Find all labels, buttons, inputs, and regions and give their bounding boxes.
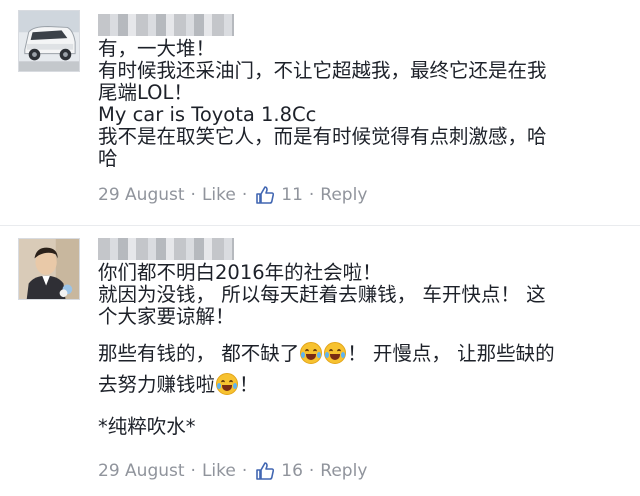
comment-line: 哈 — [98, 147, 118, 170]
comment-line: 我不是在取笑它人，而是有时候觉得有点刺激感，哈 — [98, 125, 547, 148]
comment-text: 去努力赚钱啦 — [98, 373, 216, 396]
comment-line: *纯粹吹水* — [98, 415, 196, 438]
comment-text: 那些有钱的， 都不缺了 — [98, 342, 300, 365]
comment-line: My car is Toyota 1.8Cc — [98, 103, 317, 126]
thumbs-up-icon[interactable] — [255, 461, 275, 481]
comment-line: 个大家要谅解！ — [98, 305, 235, 328]
comment-line: 那些有钱的， 都不缺了 ！ 开慢点， 让那些缺的 — [98, 342, 618, 365]
comment-meta: 29 August · Like · 11 · Reply — [98, 183, 367, 207]
comment-2: 你们都不明白2016年的社会啦！ 就因为没钱， 所以每天赶着去赚钱， 车开快点！… — [0, 226, 640, 496]
comment-text: ！ 开慢点， 让那些缺的 — [347, 342, 555, 365]
comment-body: 有，一大堆！ 有时候我还采油门，不让它超越我，最终它还是在我 尾端LOL！ My… — [98, 38, 618, 170]
commenter-name-blurred[interactable] — [98, 14, 234, 36]
separator: · — [190, 461, 196, 481]
thumbs-up-icon[interactable] — [255, 185, 275, 205]
tears-of-joy-emoji-icon — [324, 342, 347, 364]
comment-1: 有，一大堆！ 有时候我还采油门，不让它超越我，最终它还是在我 尾端LOL！ My… — [0, 0, 640, 226]
separator: · — [241, 185, 248, 205]
avatar[interactable] — [18, 10, 80, 72]
comment-line: 尾端LOL！ — [98, 81, 193, 104]
comment-line: 你们都不明白2016年的社会啦！ — [98, 261, 382, 284]
comment-date[interactable]: 29 August — [98, 185, 185, 205]
like-link[interactable]: Like — [202, 185, 236, 205]
comment-line: 有时候我还采油门，不让它超越我，最终它还是在我 — [98, 59, 547, 82]
comment-line: 去努力赚钱啦 ！ — [98, 373, 618, 396]
reply-link[interactable]: Reply — [320, 185, 367, 205]
separator: · — [308, 185, 315, 205]
car-photo-icon — [19, 11, 79, 71]
comment-date[interactable]: 29 August — [98, 461, 185, 481]
tears-of-joy-emoji-icon — [216, 373, 239, 395]
like-count[interactable]: 16 — [281, 461, 303, 481]
separator: · — [308, 461, 315, 481]
tears-of-joy-emoji-icon — [300, 342, 323, 364]
comment-meta: 29 August · Like · 16 · Reply — [98, 459, 367, 483]
avatar[interactable] — [18, 238, 80, 300]
like-count[interactable]: 11 — [281, 185, 303, 205]
comment-text: ！ — [239, 373, 259, 396]
separator: · — [190, 185, 196, 205]
comment-body: 你们都不明白2016年的社会啦！ 就因为没钱， 所以每天赶着去赚钱， 车开快点！… — [98, 262, 618, 438]
profile-photo-icon — [19, 239, 79, 299]
reply-link[interactable]: Reply — [320, 461, 367, 481]
comment-line: 有，一大堆！ — [98, 37, 216, 60]
like-link[interactable]: Like — [202, 461, 236, 481]
comment-line: 就因为没钱， 所以每天赶着去赚钱， 车开快点！ 这 — [98, 283, 546, 306]
commenter-name-blurred[interactable] — [98, 238, 234, 260]
separator: · — [241, 461, 248, 481]
